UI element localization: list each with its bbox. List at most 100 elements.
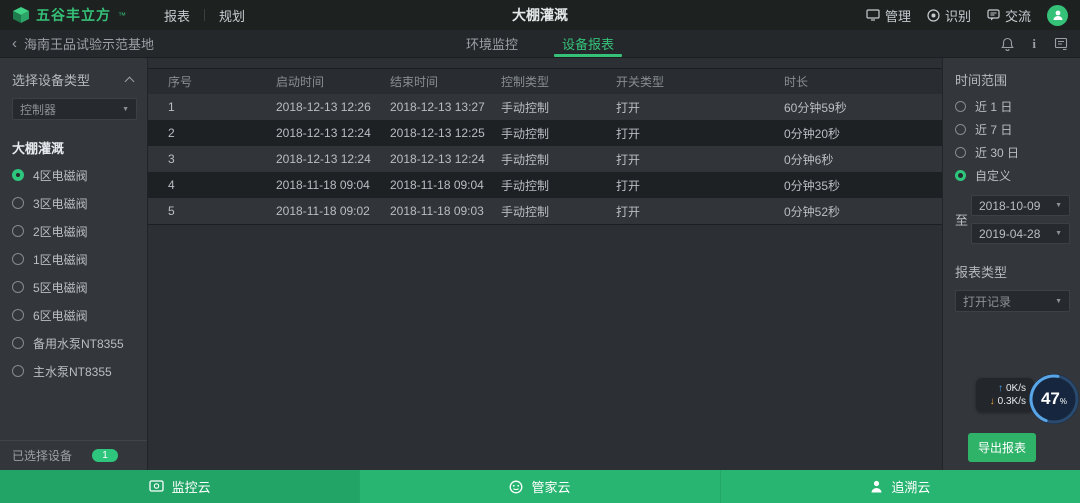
logo[interactable]: 五谷丰立方™ xyxy=(12,5,126,25)
table-row[interactable]: 4 2018-11-18 09:04 2018-11-18 09:04 手动控制… xyxy=(148,172,942,198)
col-header-switch-type: 开关类型 xyxy=(616,73,784,90)
device-option-main-pump[interactable]: 主水泵NT8355 xyxy=(12,357,137,385)
radio-icon[interactable] xyxy=(12,225,24,237)
report-type-select[interactable]: 打开记录 ▼ xyxy=(955,290,1070,312)
radio-icon[interactable] xyxy=(12,281,24,293)
cell-control-type: 手动控制 xyxy=(501,99,616,116)
time-option-custom[interactable]: 自定义 xyxy=(955,164,1070,187)
device-option-zone5[interactable]: 5区电磁阀 xyxy=(12,273,137,301)
filter-sidebar: 时间范围 近 1 日 近 7 日 近 30 日 自定义 至 xyxy=(942,58,1080,470)
device-label: 备用水泵NT8355 xyxy=(33,335,124,352)
report-type-title: 报表类型 xyxy=(955,262,1070,281)
device-option-zone1[interactable]: 1区电磁阀 xyxy=(12,245,137,273)
device-option-zone4[interactable]: 4区电磁阀 xyxy=(12,161,137,189)
console-icon[interactable] xyxy=(1054,37,1068,50)
usage-gauge: 47% xyxy=(1027,372,1080,426)
device-label: 2区电磁阀 xyxy=(33,223,88,240)
communication-button[interactable]: 交流 xyxy=(987,6,1031,25)
report-type-value: 打开记录 xyxy=(963,293,1011,310)
sub-header: ‹ 海南王品试验示范基地 环境监控 设备报表 i xyxy=(0,30,1080,58)
breadcrumb-label: 海南王品试验示范基地 xyxy=(24,34,154,53)
butler-cloud-icon xyxy=(509,480,523,494)
time-option-7days[interactable]: 近 7 日 xyxy=(955,118,1070,141)
device-type-section[interactable]: 选择设备类型 xyxy=(12,70,137,89)
export-report-button[interactable]: 导出报表 xyxy=(968,433,1036,462)
communication-label: 交流 xyxy=(1005,6,1031,25)
nav-item-planning[interactable]: 规划 xyxy=(205,6,259,25)
cell-control-type: 手动控制 xyxy=(501,203,616,220)
bottom-tab-trace-cloud[interactable]: 追溯云 xyxy=(720,470,1080,503)
cell-switch-type: 打开 xyxy=(616,99,784,116)
user-avatar[interactable] xyxy=(1047,5,1068,26)
device-label: 6区电磁阀 xyxy=(33,307,88,324)
device-label: 1区电磁阀 xyxy=(33,251,88,268)
cell-index: 5 xyxy=(168,204,276,218)
device-type-value: 控制器 xyxy=(20,101,56,118)
nav-item-reports[interactable]: 报表 xyxy=(150,6,204,25)
time-option-1day[interactable]: 近 1 日 xyxy=(955,95,1070,118)
back-icon[interactable]: ‹ xyxy=(12,36,17,51)
tab-device-report[interactable]: 设备报表 xyxy=(558,30,618,57)
caret-down-icon: ▼ xyxy=(1055,202,1062,209)
report-content: 序号 启动时间 结束时间 控制类型 开关类型 时长 1 2018-12-13 1… xyxy=(148,58,942,470)
chat-icon xyxy=(987,9,1000,21)
radio-icon[interactable] xyxy=(12,365,24,377)
table-row[interactable]: 5 2018-11-18 09:02 2018-11-18 09:03 手动控制… xyxy=(148,198,942,224)
col-header-start-time: 启动时间 xyxy=(276,73,390,90)
table-row[interactable]: 3 2018-12-13 12:24 2018-12-13 12:24 手动控制… xyxy=(148,146,942,172)
radio-icon[interactable] xyxy=(12,253,24,265)
info-icon[interactable]: i xyxy=(1032,36,1036,52)
cell-index: 1 xyxy=(168,100,276,114)
collapse-icon[interactable] xyxy=(125,76,135,86)
gauge-value: 47 xyxy=(1041,389,1060,409)
radio-icon[interactable] xyxy=(955,147,966,158)
time-option-label: 近 7 日 xyxy=(975,121,1012,138)
tab-bar: 环境监控 设备报表 xyxy=(462,30,618,57)
time-option-label: 近 30 日 xyxy=(975,144,1019,161)
table-row[interactable]: 2 2018-12-13 12:24 2018-12-13 12:25 手动控制… xyxy=(148,120,942,146)
radio-icon[interactable] xyxy=(12,197,24,209)
main-area: 选择设备类型 控制器 ▼ 大棚灌溉 4区电磁阀 3区电磁阀 2区电磁阀 xyxy=(0,58,1080,470)
device-group-title: 大棚灌溉 xyxy=(12,138,137,157)
app-window: 五谷丰立方™ 报表 规划 大棚灌溉 管理 识别 交流 xyxy=(0,0,1080,503)
device-label: 5区电磁阀 xyxy=(33,279,88,296)
bottom-tab-monitoring-cloud[interactable]: 监控云 xyxy=(0,470,359,503)
cell-start-time: 2018-11-18 09:02 xyxy=(276,204,390,218)
manage-button[interactable]: 管理 xyxy=(866,6,911,25)
device-option-backup-pump[interactable]: 备用水泵NT8355 xyxy=(12,329,137,357)
cube-logo-icon xyxy=(12,6,30,24)
col-header-duration: 时长 xyxy=(784,73,942,90)
radio-checked-icon[interactable] xyxy=(12,169,24,181)
bottom-tab-butler-cloud[interactable]: 管家云 xyxy=(359,470,719,503)
cell-switch-type: 打开 xyxy=(616,125,784,142)
radio-icon[interactable] xyxy=(12,337,24,349)
table-row[interactable]: 1 2018-12-13 12:26 2018-12-13 13:27 手动控制… xyxy=(148,94,942,120)
date-to-value: 2019-04-28 xyxy=(979,227,1040,241)
date-to-select[interactable]: 2019-04-28 ▼ xyxy=(971,223,1070,244)
top-bar: 五谷丰立方™ 报表 规划 大棚灌溉 管理 识别 交流 xyxy=(0,0,1080,30)
breadcrumb[interactable]: ‹ 海南王品试验示范基地 xyxy=(12,34,154,53)
date-from-select[interactable]: 2018-10-09 ▼ xyxy=(971,195,1070,216)
device-label: 主水泵NT8355 xyxy=(33,363,112,380)
device-option-zone6[interactable]: 6区电磁阀 xyxy=(12,301,137,329)
time-option-30days[interactable]: 近 30 日 xyxy=(955,141,1070,164)
recognition-label: 识别 xyxy=(945,6,971,25)
radio-checked-icon[interactable] xyxy=(955,170,966,181)
device-type-select[interactable]: 控制器 ▼ xyxy=(12,98,137,120)
cell-start-time: 2018-11-18 09:04 xyxy=(276,178,390,192)
recognition-icon xyxy=(927,9,940,22)
cell-end-time: 2018-11-18 09:03 xyxy=(390,204,501,218)
radio-icon[interactable] xyxy=(955,101,966,112)
caret-down-icon: ▼ xyxy=(1055,298,1062,305)
device-option-zone2[interactable]: 2区电磁阀 xyxy=(12,217,137,245)
tab-environment-monitoring[interactable]: 环境监控 xyxy=(462,30,522,57)
cell-start-time: 2018-12-13 12:24 xyxy=(276,152,390,166)
recognition-button[interactable]: 识别 xyxy=(927,6,971,25)
bell-icon[interactable] xyxy=(1001,37,1014,51)
top-nav: 报表 规划 xyxy=(150,6,259,25)
radio-icon[interactable] xyxy=(12,309,24,321)
top-bar-right: 管理 识别 交流 xyxy=(866,5,1068,26)
sub-header-actions: i xyxy=(1001,36,1068,52)
radio-icon[interactable] xyxy=(955,124,966,135)
device-option-zone3[interactable]: 3区电磁阀 xyxy=(12,189,137,217)
